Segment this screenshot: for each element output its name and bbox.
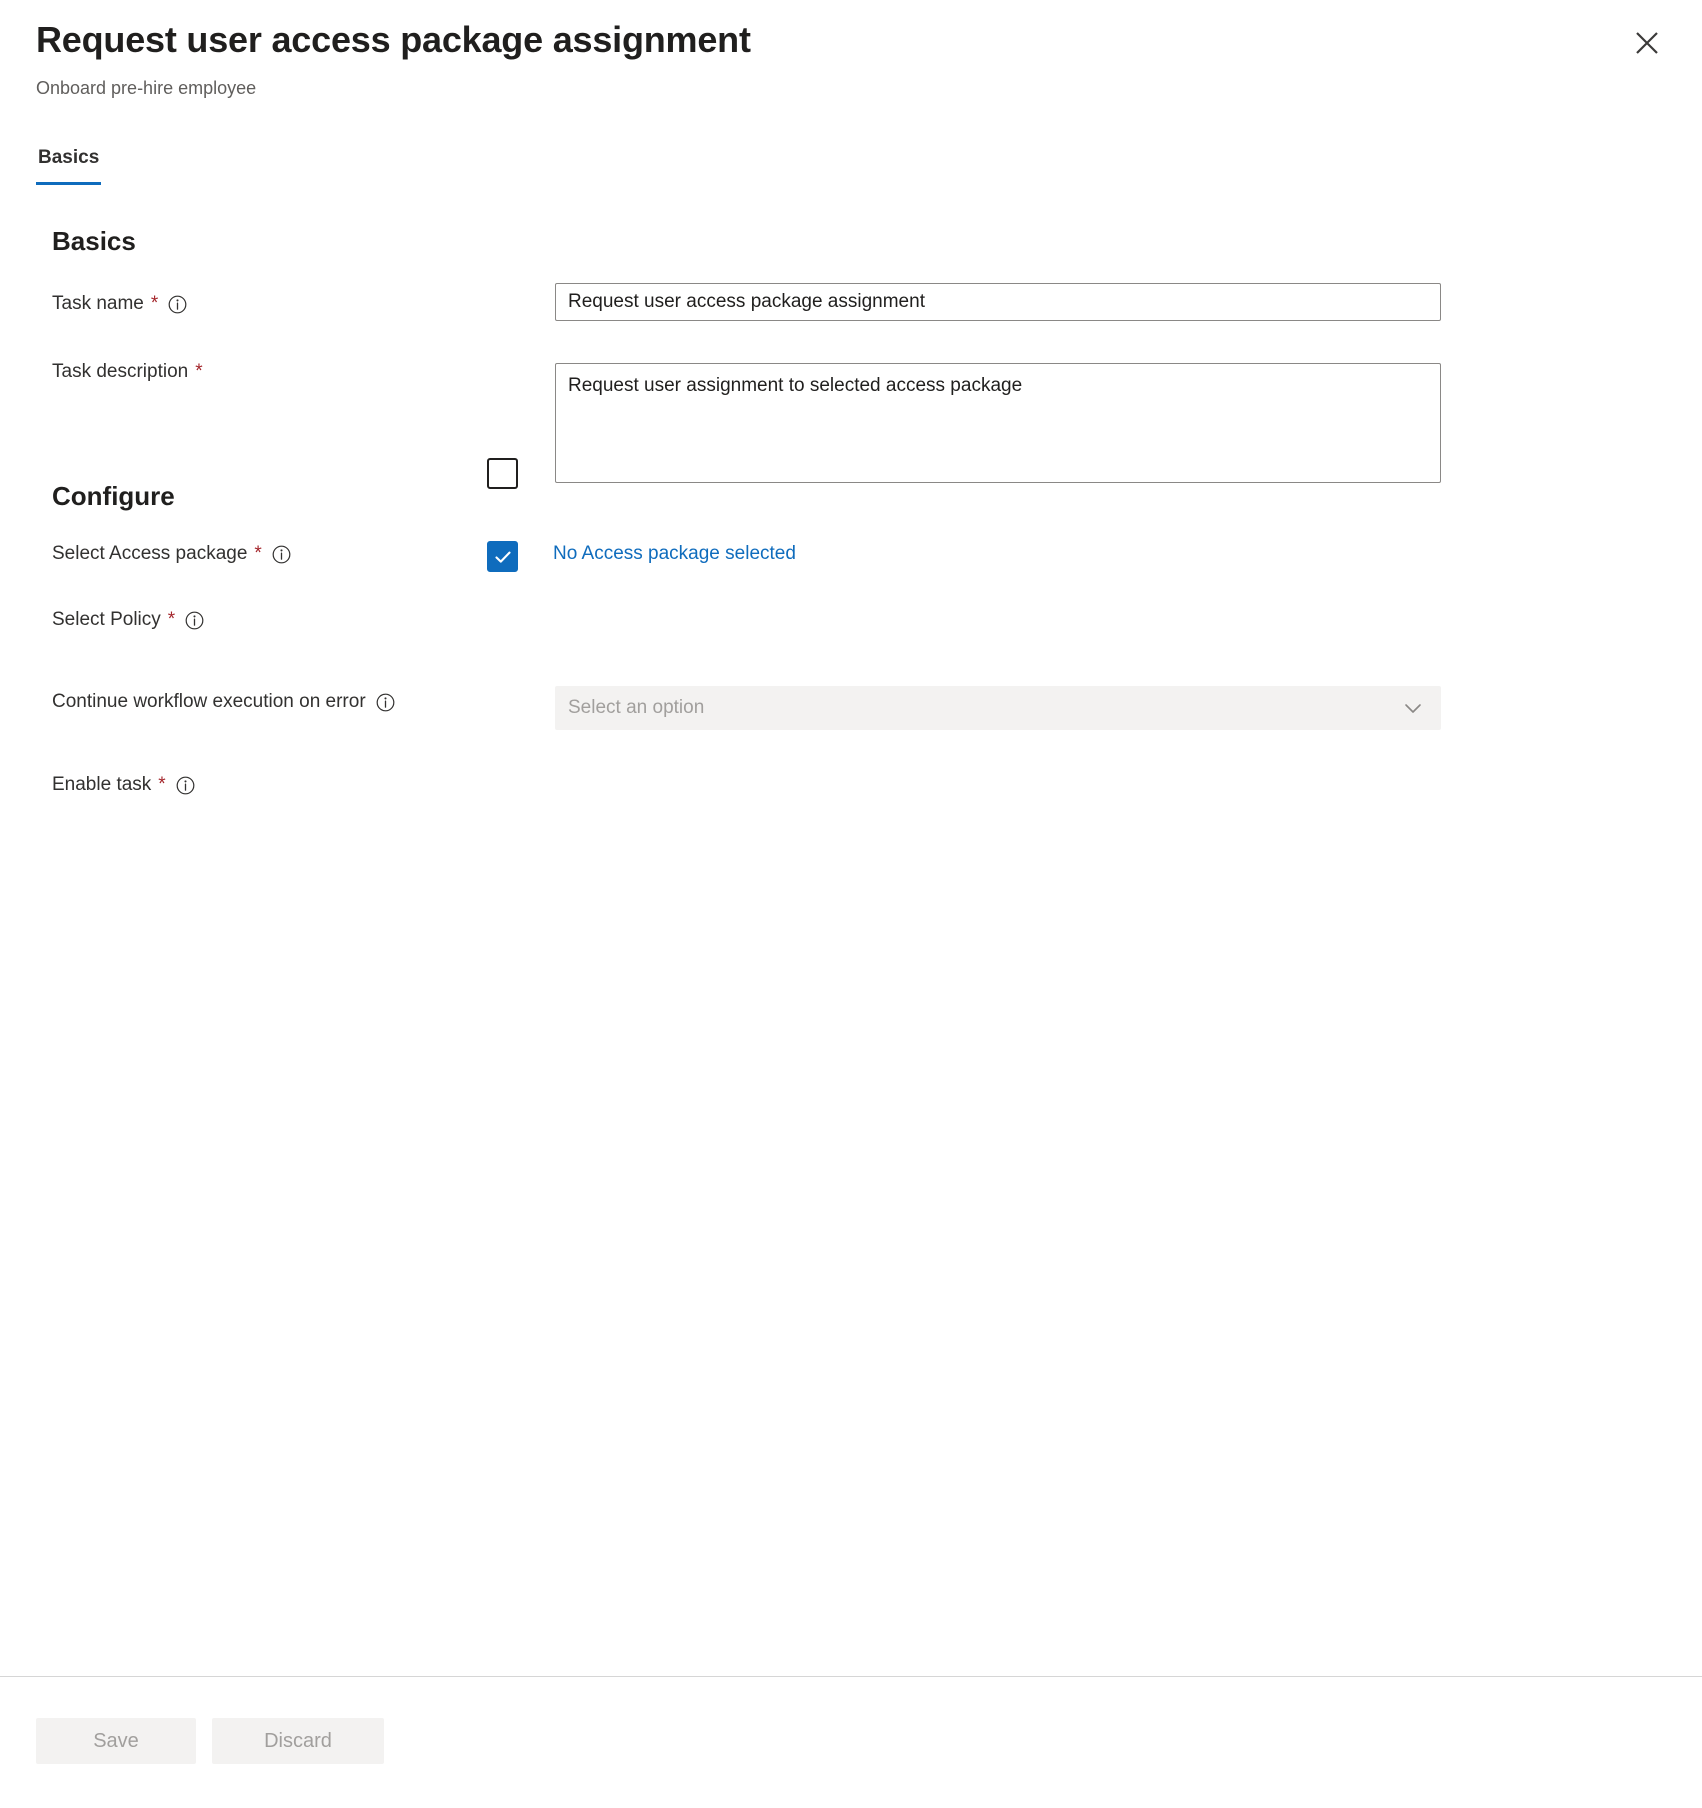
label-select-policy: Select Policy * <box>52 607 204 633</box>
label-task-description: Task description * <box>52 359 203 385</box>
chevron-down-icon <box>1400 695 1426 721</box>
label-continue-on-error-text: Continue workflow execution on error <box>52 689 366 715</box>
continue-on-error-checkbox[interactable] <box>487 458 518 489</box>
required-marker: * <box>195 359 202 385</box>
required-marker: * <box>151 291 158 317</box>
select-policy-value: Select an option <box>568 695 1400 721</box>
label-continue-on-error: Continue workflow execution on error <box>52 689 395 715</box>
no-access-package-selected-link[interactable]: No Access package selected <box>553 541 796 567</box>
close-icon <box>1634 30 1660 56</box>
label-select-access-package: Select Access package * <box>52 541 291 567</box>
label-task-name-text: Task name <box>52 291 144 317</box>
info-icon[interactable] <box>376 693 395 712</box>
info-icon[interactable] <box>185 611 204 630</box>
save-button[interactable]: Save <box>36 1718 196 1764</box>
page-subtitle: Onboard pre-hire employee <box>36 76 256 100</box>
info-icon[interactable] <box>168 295 187 314</box>
tab-strip: Basics <box>36 145 1702 213</box>
info-icon[interactable] <box>272 545 291 564</box>
required-marker: * <box>158 772 165 798</box>
tab-basics[interactable]: Basics <box>36 145 101 185</box>
label-enable-task: Enable task * <box>52 772 195 798</box>
label-select-policy-text: Select Policy <box>52 607 161 633</box>
close-button[interactable] <box>1626 22 1668 64</box>
label-select-access-package-text: Select Access package <box>52 541 247 567</box>
info-icon[interactable] <box>176 776 195 795</box>
discard-button[interactable]: Discard <box>212 1718 384 1764</box>
required-marker: * <box>168 607 175 633</box>
blade-header: Request user access package assignment O… <box>0 0 1702 125</box>
task-description-textarea[interactable] <box>555 363 1441 483</box>
required-marker: * <box>254 541 261 567</box>
label-enable-task-text: Enable task <box>52 772 151 798</box>
task-name-input[interactable] <box>555 283 1441 321</box>
checkmark-icon <box>493 547 513 567</box>
footer-action-bar: Save Discard <box>0 1677 1702 1808</box>
section-heading-configure: Configure <box>52 480 175 512</box>
select-policy-dropdown[interactable]: Select an option <box>555 686 1441 730</box>
label-task-name: Task name * <box>52 291 187 317</box>
page-title: Request user access package assignment <box>36 18 751 62</box>
label-task-description-text: Task description <box>52 359 188 385</box>
section-heading-basics: Basics <box>52 225 136 257</box>
enable-task-checkbox[interactable] <box>487 541 518 572</box>
